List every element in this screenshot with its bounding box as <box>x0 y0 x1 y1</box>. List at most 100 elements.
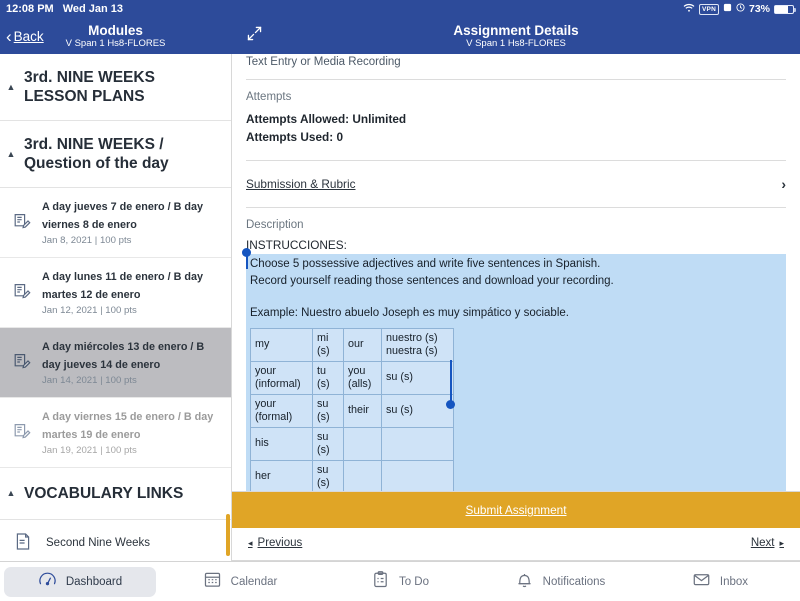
cell <box>381 459 454 491</box>
assignment-icon <box>12 422 32 444</box>
calendar-icon <box>203 570 222 594</box>
cell: our <box>343 327 382 362</box>
possessive-adjectives-table: my mi (s) our nuestro (s) nuestra (s) yo… <box>250 327 454 491</box>
tab-inbox[interactable]: Inbox <box>644 567 796 597</box>
cell: your (formal) <box>250 393 313 428</box>
clipboard-icon <box>371 570 390 594</box>
assignment-meta: Jan 19, 2021 | 100 pts <box>42 445 137 456</box>
back-button[interactable]: ‹ Back <box>0 28 44 45</box>
status-bar-left: 12:08 PM Wed Jan 13 <box>6 3 123 15</box>
wifi-icon <box>683 3 695 16</box>
list-item-selected[interactable]: A day miércoles 13 de enero / B day juev… <box>0 328 231 398</box>
caret-up-icon: ▲ <box>6 81 16 92</box>
table-row: his su (s) <box>250 426 454 461</box>
previous-label: Previous <box>257 537 303 549</box>
attempts-used: Attempts Used: 0 <box>246 130 344 144</box>
previous-button[interactable]: ◂ Previous <box>248 537 302 549</box>
assignment-title: A day jueves 7 de enero / B day viernes … <box>42 201 204 231</box>
cell: su (s) <box>312 459 344 491</box>
cell: his <box>250 426 313 461</box>
cell: her <box>250 459 313 491</box>
assignment-nav-bar: Assignment Details V Span 1 Hs8-FLORES <box>232 18 800 54</box>
tab-to-do[interactable]: To Do <box>324 567 476 597</box>
selection-start-stem <box>246 253 248 269</box>
module-group-lesson-plans[interactable]: ▲ 3rd. NINE WEEKS LESSON PLANS <box>0 54 231 121</box>
rotation-lock-icon <box>736 3 745 15</box>
list-item[interactable]: Second Nine Weeks <box>0 520 231 561</box>
assignment-details-subtitle: V Span 1 Hs8-FLORES <box>466 37 566 49</box>
next-button[interactable]: Next ▸ <box>751 537 784 549</box>
description-line-3: Example: Nuestro abuelo Joseph es muy si… <box>250 307 569 319</box>
assignment-meta: Jan 12, 2021 | 100 pts <box>42 305 137 316</box>
tab-label: To Do <box>398 575 430 588</box>
navigation-bar: ‹ Back Modules V Span 1 Hs8-FLORES Assig… <box>0 18 800 54</box>
selected-description-text[interactable]: Choose 5 possessive adjectives and write… <box>242 248 786 491</box>
envelope-icon <box>692 570 711 594</box>
submission-types-text: Text Entry or Media Recording <box>246 56 401 68</box>
attempts-label: Attempts <box>246 91 292 103</box>
tab-notifications[interactable]: Notifications <box>484 567 636 597</box>
modules-list: ▲ 3rd. NINE WEEKS LESSON PLANS ▲ 3rd. NI… <box>0 54 231 561</box>
bottom-tab-bar: Dashboard Calendar To Do Notifications I… <box>0 561 800 601</box>
page-icon <box>14 532 34 554</box>
table-row: my mi (s) our nuestro (s) nuestra (s) <box>250 327 454 362</box>
tab-dashboard[interactable]: Dashboard <box>4 566 156 597</box>
alarm-icon <box>723 3 732 15</box>
assignment-title: A day viernes 15 de enero / B day martes… <box>42 411 214 441</box>
tab-label: Calendar <box>230 575 278 588</box>
list-item-text: A day jueves 7 de enero / B day viernes … <box>42 197 223 248</box>
assignment-meta: Jan 8, 2021 | 100 pts <box>42 235 132 246</box>
assignment-icon <box>12 282 32 304</box>
assignment-title: A day miércoles 13 de enero / B day juev… <box>42 341 205 371</box>
cell: my <box>250 327 313 362</box>
description-label: Description <box>246 219 304 231</box>
sidebar-scrollbar[interactable] <box>226 514 230 556</box>
content-body: ▲ 3rd. NINE WEEKS LESSON PLANS ▲ 3rd. NI… <box>0 54 800 561</box>
assignment-details-title: Assignment Details <box>453 22 579 38</box>
cell <box>343 426 382 461</box>
list-item-text: A day lunes 11 de enero / B day martes 1… <box>42 267 223 318</box>
tab-calendar[interactable]: Calendar <box>164 567 316 597</box>
assignment-title: A day lunes 11 de enero / B day martes 1… <box>42 271 204 301</box>
module-group-vocabulary-links[interactable]: ▲ VOCABULARY LINKS <box>0 468 231 520</box>
attempts-allowed: Attempts Allowed: Unlimited <box>246 112 407 126</box>
tab-label: Notifications <box>542 575 606 588</box>
back-button-label: Back <box>13 28 44 44</box>
tab-label: Dashboard <box>65 575 123 588</box>
status-time: 12:08 PM <box>6 3 54 15</box>
description-line-1: Choose 5 possessive adjectives and write… <box>250 258 601 270</box>
selection-end-stem <box>450 360 452 402</box>
list-item[interactable]: A day lunes 11 de enero / B day martes 1… <box>0 258 231 328</box>
divider <box>246 207 786 208</box>
status-bar-right: VPN 73% <box>683 3 796 16</box>
selection-end-handle[interactable] <box>446 400 455 409</box>
list-item[interactable]: A day jueves 7 de enero / B day viernes … <box>0 188 231 258</box>
module-group-question-of-the-day[interactable]: ▲ 3rd. NINE WEEKS / Question of the day <box>0 121 231 188</box>
expand-diagonal-icon[interactable] <box>232 25 263 47</box>
triangle-left-icon: ◂ <box>248 537 253 548</box>
cell <box>381 426 454 461</box>
divider <box>246 160 786 161</box>
module-group-title: 3rd. NINE WEEKS LESSON PLANS <box>24 69 155 105</box>
assignment-details-scroll: Text Entry or Media Recording Attempts A… <box>232 54 800 491</box>
assignment-title-block: Assignment Details V Span 1 Hs8-FLORES <box>232 23 800 50</box>
assignment-icon <box>12 212 32 234</box>
list-item-text: A day miércoles 13 de enero / B day juev… <box>42 337 223 388</box>
module-group-title: VOCABULARY LINKS <box>24 485 184 502</box>
list-item[interactable]: A day viernes 15 de enero / B day martes… <box>0 398 231 468</box>
description-line-2: Record yourself reading those sentences … <box>250 274 614 287</box>
submission-rubric-row[interactable]: Submission & Rubric › <box>246 172 786 196</box>
status-date: Wed Jan 13 <box>62 3 124 15</box>
submit-assignment-button[interactable]: Submit Assignment <box>232 491 800 528</box>
caret-up-icon: ▲ <box>6 488 16 498</box>
chevron-left-icon: ‹ <box>6 26 12 46</box>
caret-up-icon: ▲ <box>6 148 16 159</box>
table-row: her su (s) <box>250 459 454 491</box>
submission-rubric-link[interactable]: Submission & Rubric <box>246 177 356 191</box>
cell: mi (s) <box>312 327 344 362</box>
cell <box>343 459 382 491</box>
battery-icon <box>774 4 796 14</box>
assignment-meta: Jan 14, 2021 | 100 pts <box>42 375 137 386</box>
bell-icon <box>515 570 534 594</box>
cell: nuestro (s) nuestra (s) <box>381 327 454 362</box>
